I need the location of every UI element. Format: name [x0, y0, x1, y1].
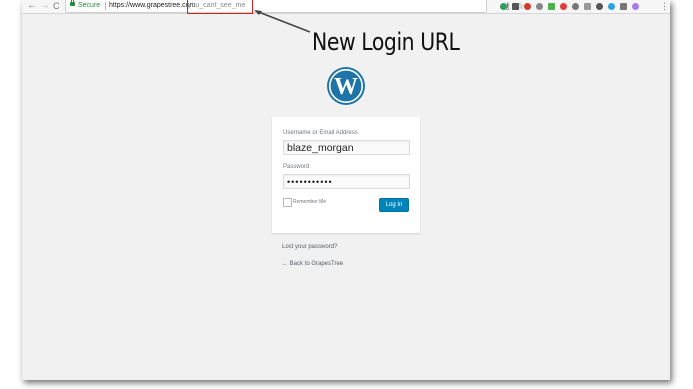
password-label: Password [283, 164, 310, 170]
remember-me-checkbox[interactable] [283, 198, 292, 207]
browser-window: ← → C Secure https://www.grapestree.com … [22, 0, 670, 380]
wordpress-logo-icon: W [327, 67, 365, 105]
username-input[interactable]: blaze_morgan [283, 140, 410, 155]
username-label: Username or Email Address [283, 130, 358, 136]
password-input[interactable]: ••••••••••• [283, 174, 410, 189]
back-to-site-link[interactable]: ← Back to GrapesTree [282, 260, 343, 268]
login-form: Username or Email Address blaze_morgan P… [272, 117, 420, 233]
login-button[interactable]: Log In [379, 198, 409, 212]
lost-password-link[interactable]: Lost your password? [282, 243, 337, 251]
svg-text:W: W [334, 74, 358, 100]
remember-me-label: Remember Me [293, 199, 327, 205]
callout-text: New Login URL [312, 28, 460, 56]
